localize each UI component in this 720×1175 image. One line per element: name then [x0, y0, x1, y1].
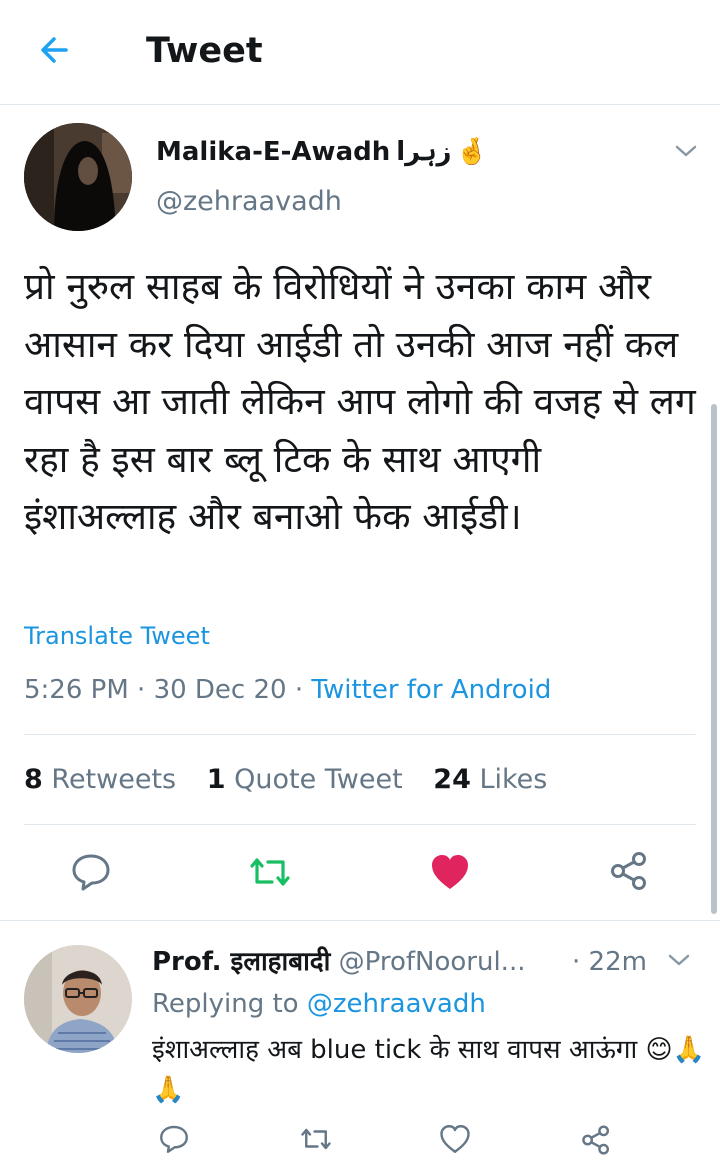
author-name-urdu: زہرا [396, 137, 452, 167]
replying-to-link[interactable]: @zehraavadh [307, 989, 486, 1019]
like-heart-icon[interactable] [439, 1124, 471, 1154]
tweet-timestamp: 5:26 PM · 30 Dec 20 · Twitter for Androi… [24, 675, 552, 705]
tweet-separator [0, 920, 720, 921]
author-avatar[interactable] [24, 123, 132, 231]
author-name[interactable]: Malika-E-Awadh زہرا 🤞 [156, 134, 488, 170]
reply-author-avatar[interactable] [24, 945, 132, 1053]
back-arrow-icon[interactable] [36, 30, 76, 70]
likes-stat[interactable]: 24 Likes [433, 764, 547, 795]
share-icon[interactable] [580, 1124, 612, 1156]
page-title: Tweet [146, 31, 263, 71]
scrollbar[interactable] [711, 404, 717, 914]
author-handle[interactable]: @zehraavadh [156, 184, 342, 220]
like-heart-icon[interactable] [429, 852, 471, 892]
tweet-text: प्रो नुरुल साहब के विरोधियों ने उनका काम… [24, 265, 696, 538]
reply-icon[interactable] [158, 1124, 190, 1154]
quote-tweets-stat[interactable]: 1 Quote Tweet [207, 764, 403, 795]
retweet-icon[interactable] [248, 852, 292, 892]
reply-author-handle[interactable]: @ProfNoorul... [339, 947, 526, 977]
tweet-source-link[interactable]: Twitter for Android [311, 675, 551, 705]
retweet-icon[interactable] [299, 1124, 333, 1154]
reply-text: इंशाअल्लाह अब blue tick के साथ वापस आऊंग… [152, 1035, 705, 1105]
divider [24, 734, 696, 735]
reply-header: Prof. इलाहाबादी @ProfNoorul... · 22m [152, 944, 672, 980]
reply-time: · 22m [572, 947, 647, 977]
tweet-stats: 8 Retweets 1 Quote Tweet 24 Likes [24, 760, 569, 800]
reply-icon[interactable] [70, 852, 112, 892]
replying-to: Replying to @zehraavadh [152, 989, 486, 1019]
retweets-stat[interactable]: 8 Retweets [24, 764, 176, 795]
translate-tweet-link[interactable]: Translate Tweet [24, 620, 210, 652]
reply-author-name[interactable]: Prof. इलाहाबादी [152, 947, 330, 977]
divider [24, 824, 696, 825]
chevron-down-icon[interactable] [672, 140, 700, 162]
crossed-fingers-emoji: 🤞 [455, 137, 488, 167]
chevron-down-icon[interactable] [666, 950, 692, 970]
top-app-bar: Tweet [0, 0, 720, 105]
share-icon[interactable] [608, 850, 650, 892]
